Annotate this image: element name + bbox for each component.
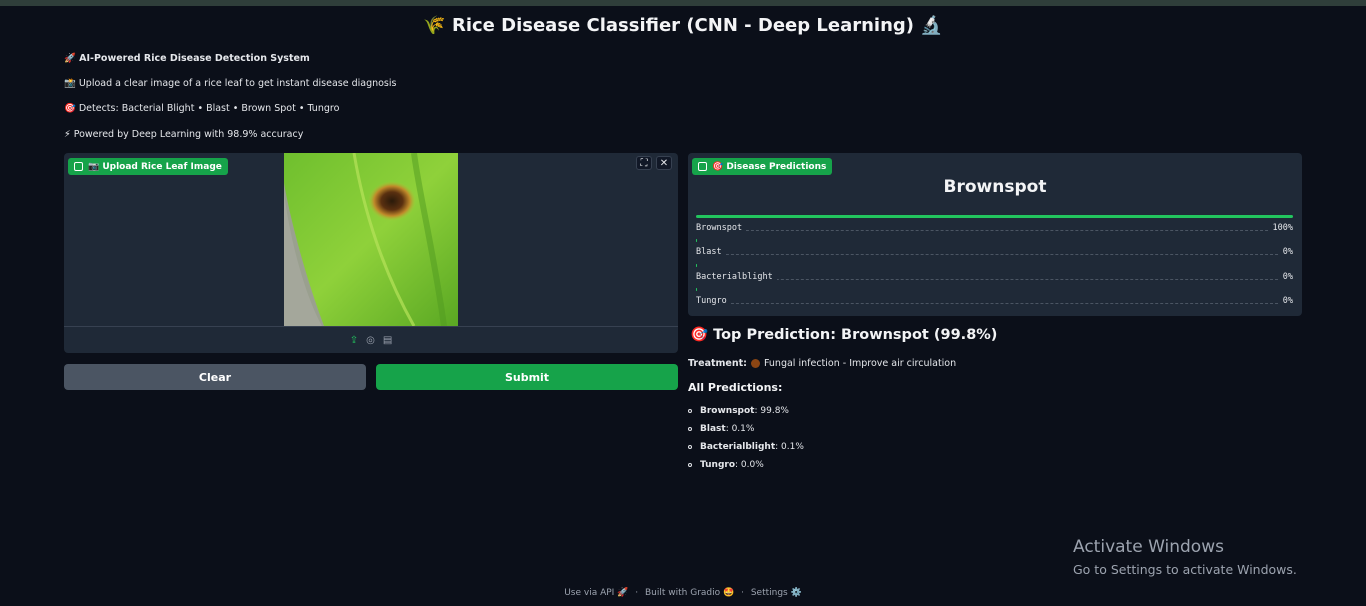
intro-line-4: ⚡ Powered by Deep Learning with 98.9% ac… xyxy=(64,129,304,140)
all-predictions-heading: All Predictions: xyxy=(688,381,783,394)
predictions-panel: 🎯 Disease Predictions Brownspot Brownspo… xyxy=(688,153,1302,316)
activate-windows-title: Activate Windows xyxy=(1073,537,1224,557)
rice-leaf-image xyxy=(284,153,458,326)
fullscreen-icon[interactable]: ⛶ xyxy=(636,156,652,170)
page-footer: Use via API 🚀 · Built with Gradio 🤩 · Se… xyxy=(564,588,802,598)
activate-windows-subtitle: Go to Settings to activate Windows. xyxy=(1073,562,1297,577)
gradio-link[interactable]: Built with Gradio 🤩 xyxy=(645,588,734,598)
webcam-icon[interactable]: ◎ xyxy=(366,335,375,346)
prediction-row: Bacterialblight 0% xyxy=(696,272,1293,282)
prediction-row: Tungro 0% xyxy=(696,296,1293,306)
confidence-bar xyxy=(696,239,697,242)
list-item: Brownspot: 99.8% xyxy=(688,402,804,420)
submit-button[interactable]: Submit xyxy=(376,364,678,390)
confidence-bar xyxy=(696,288,697,291)
confidence-bar xyxy=(696,264,697,267)
clear-button[interactable]: Clear xyxy=(64,364,366,390)
intro-line-3: 🎯 Detects: Bacterial Blight • Blast • Br… xyxy=(64,103,340,114)
brown-circle-icon xyxy=(750,359,760,368)
treatment-line: Treatment: Fungal infection - Improve ai… xyxy=(688,358,957,369)
list-item: Blast: 0.1% xyxy=(688,420,804,438)
upload-source-bar: ⇪ ◎ ▤ xyxy=(64,326,678,353)
top-prediction-heading: 🎯 Top Prediction: Brownspot (99.8%) xyxy=(690,327,998,343)
image-icon xyxy=(74,162,83,171)
upload-label: 📷 Upload Rice Leaf Image xyxy=(68,158,228,175)
chart-icon xyxy=(698,162,707,171)
settings-link[interactable]: Settings ⚙️ xyxy=(751,588,802,598)
clipboard-icon[interactable]: ▤ xyxy=(383,335,392,346)
intro-line-1: 🚀 AI-Powered Rice Disease Detection Syst… xyxy=(64,53,310,64)
intro-line-2: 📸 Upload a clear image of a rice leaf to… xyxy=(64,78,397,89)
prediction-row: Brownspot 100% xyxy=(696,223,1293,233)
all-predictions-list: Brownspot: 99.8% Blast: 0.1% Bacterialbl… xyxy=(688,402,804,474)
list-item: Tungro: 0.0% xyxy=(688,456,804,474)
predictions-label: 🎯 Disease Predictions xyxy=(692,158,833,175)
list-item: Bacterialblight: 0.1% xyxy=(688,438,804,456)
upload-icon[interactable]: ⇪ xyxy=(350,335,358,346)
image-upload-panel[interactable]: 📷 Upload Rice Leaf Image ⛶ ✕ ⇪ ◎ ▤ xyxy=(64,153,678,353)
confidence-bar xyxy=(696,215,1293,218)
top-border xyxy=(0,0,1366,6)
prediction-row: Blast 0% xyxy=(696,247,1293,257)
api-link[interactable]: Use via API 🚀 xyxy=(564,588,628,598)
page-title: 🌾 Rice Disease Classifier (CNN - Deep Le… xyxy=(423,15,943,36)
top-class-label: Brownspot xyxy=(943,177,1047,197)
close-icon[interactable]: ✕ xyxy=(656,156,672,170)
